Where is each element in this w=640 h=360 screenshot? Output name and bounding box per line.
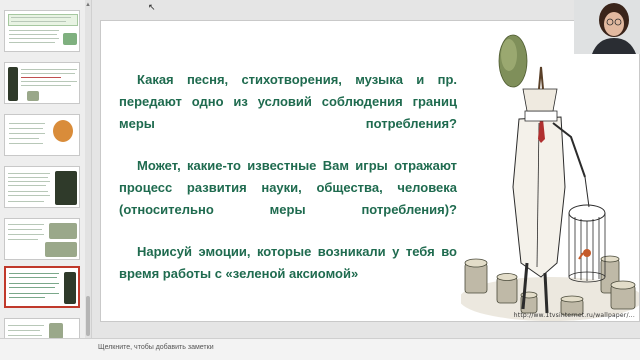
presenter-avatar xyxy=(574,0,640,54)
scroll-up-icon[interactable]: ▲ xyxy=(84,2,91,8)
mouse-cursor-icon: ↖ xyxy=(148,2,156,12)
slide-paragraph-2-text: Может, какие-то известные Вам игры отраж… xyxy=(119,158,457,217)
thumbnail-scrollbar[interactable] xyxy=(85,0,91,338)
slide-thumbnail-panel[interactable]: ▲ xyxy=(0,0,92,338)
slide-thumbnail-2[interactable] xyxy=(4,62,80,104)
thumbnail-scrollbar-thumb[interactable] xyxy=(86,296,90,336)
notes-pane[interactable]: Щелкните, чтобы добавить заметки xyxy=(0,338,640,360)
notes-placeholder[interactable]: Щелкните, чтобы добавить заметки xyxy=(98,344,214,351)
slide-thumbnail-3[interactable] xyxy=(4,114,80,156)
slide-text-box[interactable]: Какая песня, стихотворения, музыка и пр.… xyxy=(119,69,457,305)
slide-paragraph-3-text: Нарисуй эмоции, которые возникали у тебя… xyxy=(119,244,457,281)
slide-paragraph-1: Какая песня, стихотворения, музыка и пр.… xyxy=(119,69,457,135)
slide-editor-area: Какая песня, стихотворения, музыка и пр.… xyxy=(92,0,640,338)
slide-thumbnail-6-selected[interactable] xyxy=(4,266,80,308)
slide-illustration xyxy=(461,34,639,321)
current-slide[interactable]: Какая песня, стихотворения, музыка и пр.… xyxy=(100,20,640,322)
presentation-window: ▲ Какая песня, стихотворения, музыка и п… xyxy=(0,0,640,360)
webcam-video xyxy=(574,0,640,54)
slide-paragraph-1-text: Какая песня, стихотворения, музыка и пр.… xyxy=(119,72,457,131)
slide-thumbnail-5[interactable] xyxy=(4,218,80,260)
slide-paragraph-3: Нарисуй эмоции, которые возникали у тебя… xyxy=(119,241,457,285)
image-source-url: http://ww.1tvsinternet.ru/wallpaper/... xyxy=(513,312,635,319)
slide-thumbnail-1[interactable] xyxy=(4,10,80,52)
slide-thumbnail-4[interactable] xyxy=(4,166,80,208)
slide-thumbnail-7[interactable] xyxy=(4,318,80,338)
slide-paragraph-2: Может, какие-то известные Вам игры отраж… xyxy=(119,155,457,221)
